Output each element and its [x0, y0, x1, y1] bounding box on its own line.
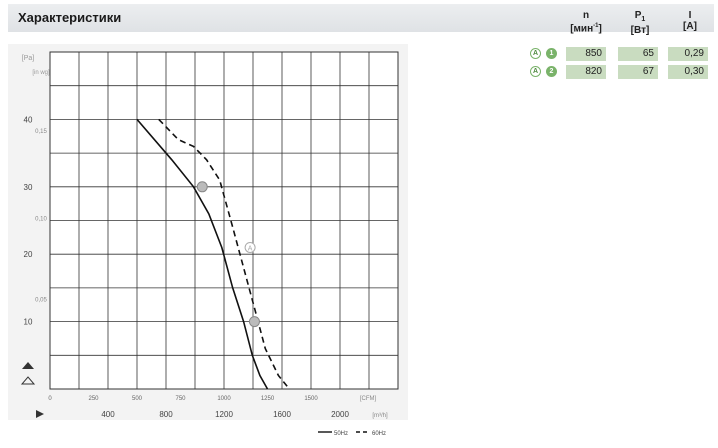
- column-symbol: I: [688, 10, 692, 21]
- x-tick-label-secondary: 1600: [273, 410, 291, 419]
- y-tick-label-secondary: 0,05: [35, 297, 47, 303]
- performance-chart: 10 20 30 40 [Pa] 0,05 0,10 0,15 [in wg] 0 250 500 75…: [20, 51, 399, 437]
- y-axis-unit-secondary: [in wg]: [32, 70, 50, 76]
- x-tick-label-secondary: 1200: [215, 410, 233, 419]
- column-header-power: P1 [Вт]: [620, 10, 660, 36]
- column-unit-end: ]: [598, 23, 602, 35]
- y-tick-label: 10: [24, 318, 33, 327]
- y-tick-label: 40: [24, 115, 33, 124]
- x-tick-label-secondary: 2000: [331, 410, 349, 419]
- number-badge-icon: 2: [546, 66, 557, 77]
- cell-current: 0,29: [668, 47, 708, 61]
- operating-point-icon: A: [530, 66, 541, 77]
- y-tick-label-secondary: 0,10: [35, 217, 47, 223]
- y-tick-label-secondary: 0,15: [35, 129, 47, 135]
- legend-label: 60Hz: [372, 431, 386, 436]
- x-tick-label: 500: [132, 396, 143, 402]
- header-bar: Характеристики n [мин-1] P1 [Вт] I [A]: [8, 4, 714, 36]
- x-tick-label: 0: [48, 396, 52, 402]
- x-tick-label: 1500: [304, 396, 318, 402]
- y-tick-label: 20: [24, 250, 33, 259]
- cell-power: 67: [618, 65, 658, 79]
- number-badge-icon: 1: [546, 48, 557, 59]
- x-tick-label-secondary: 800: [159, 410, 173, 419]
- x-tick-label: 750: [175, 396, 186, 402]
- x-axis-unit: [CFM]: [360, 396, 377, 402]
- cell-power: 65: [618, 47, 658, 61]
- flow-arrow-icon: [36, 410, 44, 418]
- cell-speed: 820: [566, 65, 606, 79]
- x-tick-label: 1000: [217, 396, 231, 402]
- annotation-label: A: [248, 245, 253, 252]
- x-axis-unit-secondary: [m³/h]: [372, 413, 388, 419]
- operating-point-marker: [248, 316, 260, 328]
- chart-panel: 10 20 30 40 [Pa] 0,05 0,10 0,15 [in wg] 0 250 500 75…: [8, 44, 408, 437]
- column-symbol-sub: 1: [641, 16, 646, 23]
- column-header-current: I [A]: [670, 10, 710, 32]
- x-tick-label: 1250: [261, 396, 275, 402]
- page-title: Характеристики: [18, 10, 122, 25]
- x-tick-label-secondary: 400: [101, 410, 115, 419]
- pressure-arrow-icon: [22, 362, 34, 369]
- y-axis-unit: [Pa]: [22, 55, 35, 62]
- operating-point-marker: [196, 181, 208, 193]
- legend-label: 50Hz: [334, 431, 348, 436]
- column-unit: [мин: [570, 23, 594, 35]
- column-symbol: n: [582, 10, 590, 21]
- cell-current: 0,30: [668, 65, 708, 79]
- column-header-speed: n [мин-1]: [566, 10, 606, 34]
- operating-point-icon: A: [530, 48, 541, 59]
- y-tick-label: 30: [24, 183, 33, 192]
- delta-icon: [20, 376, 36, 385]
- column-unit: [A]: [683, 21, 697, 32]
- cell-speed: 850: [566, 47, 606, 61]
- x-tick-label: 250: [88, 396, 99, 402]
- column-unit: [Вт]: [630, 25, 650, 36]
